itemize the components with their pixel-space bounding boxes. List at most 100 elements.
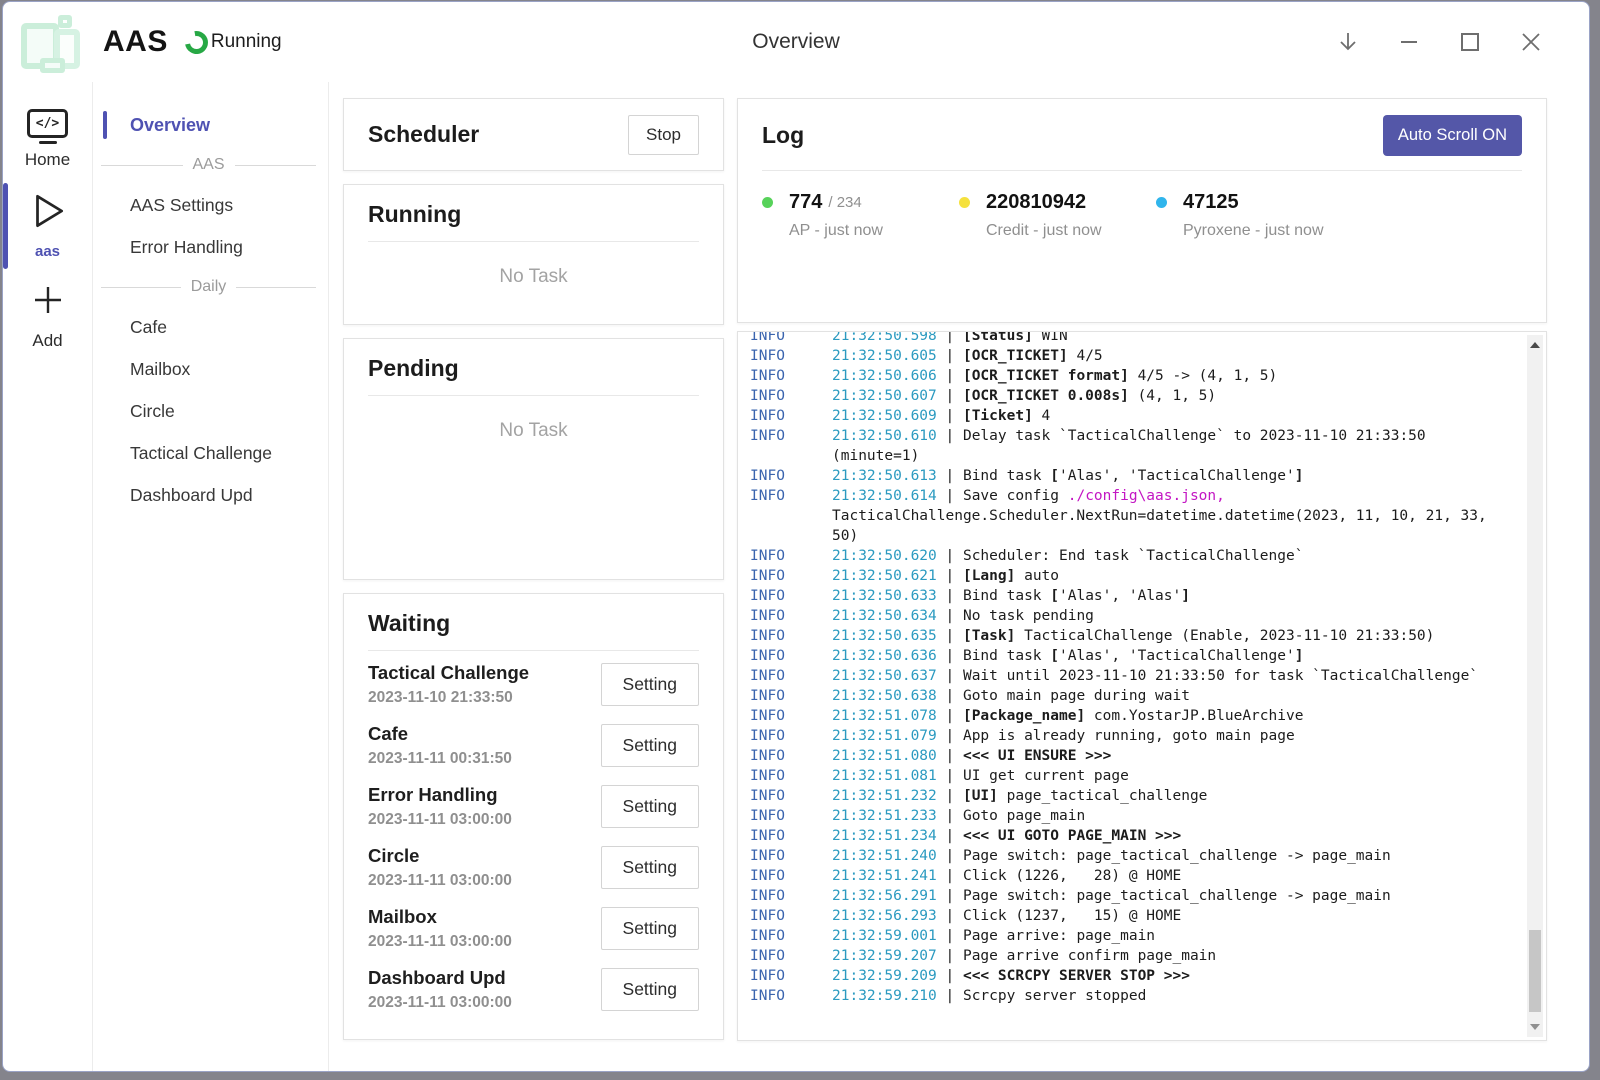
log-segment: [Lang]: [963, 568, 1015, 584]
log-segment: [: [1050, 468, 1059, 484]
rail-item-home[interactable]: </> Home: [3, 100, 92, 181]
waiting-task-name: Circle: [368, 845, 512, 867]
log-timestamp: 21:32:51.232: [832, 788, 937, 804]
sidebar-section-label: AAS: [193, 156, 225, 174]
app-name: AAS: [103, 25, 168, 59]
log-message: 21:32:50.598 | [Status] WIN: [832, 331, 1512, 346]
sidebar-item-tactical-challenge[interactable]: Tactical Challenge: [93, 432, 328, 474]
log-level: INFO: [750, 366, 832, 386]
log-segment: Bind task: [963, 648, 1050, 664]
log-message: 21:32:50.614 | Save config ./config\aas.…: [832, 486, 1512, 546]
log-level: INFO: [750, 906, 832, 926]
log-line: INFO21:32:50.607 | [OCR_TICKET 0.008s] (…: [750, 386, 1512, 406]
scroll-up-icon[interactable]: [1530, 342, 1540, 348]
log-title: Log: [762, 122, 804, 149]
log-level: INFO: [750, 346, 832, 366]
close-button[interactable]: [1517, 28, 1545, 56]
waiting-task-info: Tactical Challenge2023-11-10 21:33:50: [368, 662, 529, 707]
log-segment: auto: [1015, 568, 1059, 584]
sidebar-section-divider-aas: AAS: [93, 146, 328, 184]
log-line: INFO21:32:50.609 | [Ticket] 4: [750, 406, 1512, 426]
log-line: INFO21:32:59.210 | Scrcpy server stopped: [750, 986, 1512, 1006]
waiting-task-setting-button[interactable]: Setting: [601, 846, 699, 889]
minimize-icon: [1396, 29, 1422, 55]
log-level: INFO: [750, 886, 832, 906]
log-separator: |: [937, 668, 963, 684]
log-message: 21:32:50.606 | [OCR_TICKET format] 4/5 -…: [832, 366, 1512, 386]
log-timestamp: 21:32:50.609: [832, 408, 937, 424]
waiting-task-setting-button[interactable]: Setting: [601, 663, 699, 706]
rail-item-label: Add: [32, 331, 62, 351]
log-timestamp: 21:32:50.606: [832, 368, 937, 384]
log-column: Log Auto Scroll ON 774/ 234 AP - just now…: [737, 98, 1547, 1071]
log-message: 21:32:50.635 | [Task] TacticalChallenge …: [832, 626, 1512, 646]
waiting-task-row-dashboard-upd: Dashboard Upd2023-11-11 03:00:00Setting: [368, 959, 699, 1020]
log-level: INFO: [750, 566, 832, 586]
waiting-task-setting-button[interactable]: Setting: [601, 724, 699, 767]
scroll-down-icon[interactable]: [1530, 1024, 1540, 1030]
log-segment: 'Alas', 'TacticalChallenge': [1059, 648, 1295, 664]
stat-caption: AP - just now: [789, 222, 959, 240]
waiting-task-next-run: 2023-11-11 00:31:50: [368, 750, 512, 768]
waiting-task-info: Error Handling2023-11-11 03:00:00: [368, 784, 512, 829]
log-segment: [Package_name]: [963, 708, 1085, 724]
log-scrollbar[interactable]: [1527, 335, 1543, 1037]
waiting-task-setting-button[interactable]: Setting: [601, 968, 699, 1011]
sidebar-item-dashboard-upd[interactable]: Dashboard Upd: [93, 474, 328, 516]
rail-item-aas[interactable]: aas: [3, 181, 92, 271]
scheduler-stop-button[interactable]: Stop: [628, 115, 699, 155]
waiting-task-next-run: 2023-11-11 03:00:00: [368, 811, 512, 829]
log-timestamp: 21:32:56.291: [832, 888, 937, 904]
sidebar-item-mailbox[interactable]: Mailbox: [93, 348, 328, 390]
waiting-task-name: Cafe: [368, 723, 512, 745]
sidebar-item-circle[interactable]: Circle: [93, 390, 328, 432]
log-timestamp: 21:32:50.613: [832, 468, 937, 484]
sidebar-item-cafe[interactable]: Cafe: [93, 306, 328, 348]
log-level: INFO: [750, 686, 832, 706]
waiting-task-row-tactical-challenge: Tactical Challenge2023-11-10 21:33:50 Set…: [368, 654, 699, 715]
log-line: INFO21:32:51.078 | [Package_name] com.Yo…: [750, 706, 1512, 726]
log-segment: Page arrive: page_main: [963, 928, 1155, 944]
sidebar-item-overview[interactable]: Overview: [93, 104, 328, 146]
auto-scroll-toggle-button[interactable]: Auto Scroll ON: [1383, 115, 1522, 156]
log-segment: App is already running, goto main page: [963, 728, 1295, 744]
maximize-button[interactable]: [1456, 28, 1484, 56]
log-message: 21:32:59.210 | Scrcpy server stopped: [832, 986, 1512, 1006]
divider-line: [101, 287, 181, 288]
log-segment: [Status]: [963, 331, 1033, 344]
waiting-card: Waiting Tactical Challenge2023-11-10 21:…: [343, 593, 724, 1040]
log-segment: (4, 1, 5): [1129, 388, 1216, 404]
log-separator: |: [937, 568, 963, 584]
rail-item-add[interactable]: Add: [3, 271, 92, 362]
waiting-task-setting-button[interactable]: Setting: [601, 907, 699, 950]
log-line: INFO21:32:50.598 | [Status] WIN: [750, 331, 1512, 346]
scrollbar-thumb[interactable]: [1529, 930, 1541, 1012]
sidebar-item-aas-settings[interactable]: AAS Settings: [93, 184, 328, 226]
log-message: 21:32:51.232 | [UI] page_tactical_challe…: [832, 786, 1512, 806]
log-timestamp: 21:32:51.234: [832, 828, 937, 844]
log-segment: page_tactical_challenge: [998, 788, 1208, 804]
waiting-task-next-run: 2023-11-11 03:00:00: [368, 994, 512, 1012]
log-header-card: Log Auto Scroll ON 774/ 234 AP - just now…: [737, 98, 1547, 323]
waiting-task-info: Cafe 2023-11-11 00:31:50: [368, 723, 512, 768]
stat-caption: Credit - just now: [986, 222, 1156, 240]
minimize-button[interactable]: [1395, 28, 1423, 56]
waiting-task-setting-button[interactable]: Setting: [601, 785, 699, 828]
stat-top: 774/ 234: [762, 191, 959, 214]
sidebar-item-error-handling[interactable]: Error Handling: [93, 226, 328, 268]
log-segment: Bind task: [963, 468, 1050, 484]
log-message: 21:32:50.610 | Delay task `TacticalChall…: [832, 426, 1512, 466]
log-separator: |: [937, 788, 963, 804]
waiting-task-name: Tactical Challenge: [368, 662, 529, 684]
log-separator: |: [937, 608, 963, 624]
log-level: INFO: [750, 646, 832, 666]
log-line: INFO21:32:50.613 | Bind task ['Alas', 'T…: [750, 466, 1512, 486]
log-line: INFO21:32:51.233 | Goto page_main: [750, 806, 1512, 826]
running-title: Running: [368, 201, 699, 228]
log-head-row: Log Auto Scroll ON: [762, 115, 1522, 156]
log-line: INFO21:32:50.614 | Save config ./config\…: [750, 486, 1512, 546]
log-timestamp: 21:32:50.610: [832, 428, 937, 444]
download-button[interactable]: [1334, 28, 1362, 56]
log-level: INFO: [750, 946, 832, 966]
log-segment: ]: [1295, 468, 1304, 484]
